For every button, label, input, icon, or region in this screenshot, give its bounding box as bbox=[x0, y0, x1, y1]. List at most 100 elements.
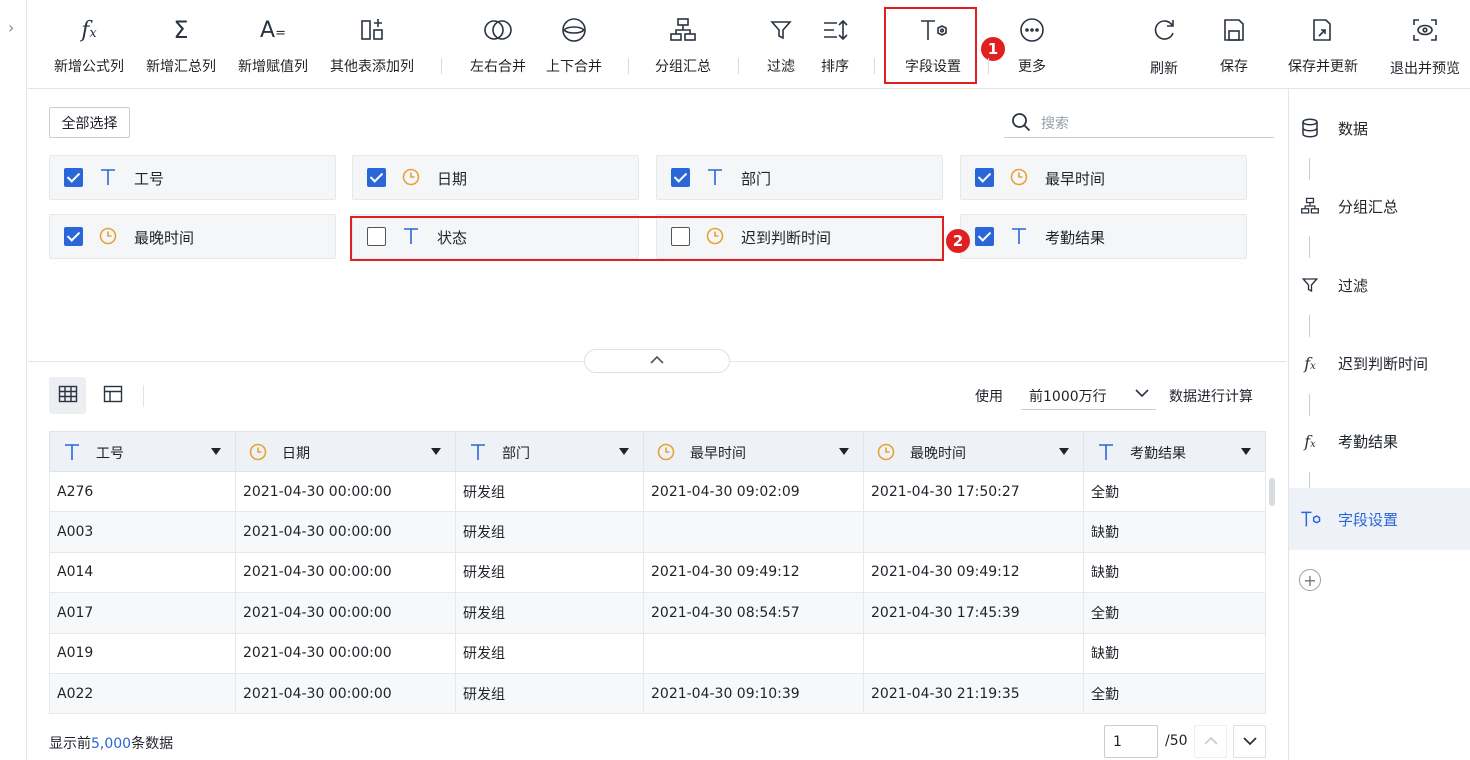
collapse-panel-button[interactable] bbox=[584, 349, 730, 373]
column-header[interactable]: 日期 bbox=[235, 431, 456, 472]
step-badge-2: 2 bbox=[946, 229, 970, 253]
chevron-up-icon bbox=[1203, 734, 1219, 750]
caret-down-icon[interactable] bbox=[431, 448, 441, 455]
add-formula-column-button[interactable]: fx 新增公式列 bbox=[48, 0, 130, 89]
step-filter[interactable]: 过滤 bbox=[1289, 254, 1470, 316]
column-header-label: 工号 bbox=[96, 446, 124, 462]
step-group-summary[interactable]: 分组汇总 bbox=[1289, 175, 1470, 237]
merge-vertical-button[interactable]: 上下合并 bbox=[538, 0, 610, 89]
table-row: A014 2021-04-30 00:00:00 研发组 2021-04-30 09:… bbox=[49, 551, 1266, 594]
add-column-from-other-table-button[interactable]: 其他表添加列 bbox=[322, 0, 422, 89]
step-attendance-result[interactable]: fx 考勤结果 bbox=[1289, 410, 1470, 472]
sort-button[interactable]: 排序 bbox=[812, 0, 858, 89]
step-data[interactable]: 数据 bbox=[1289, 97, 1470, 159]
table-cell: A019 bbox=[49, 632, 236, 674]
group-summary-label: 分组汇总 bbox=[655, 59, 711, 75]
row-limit-value: 前1000万行 bbox=[1029, 389, 1107, 405]
sigma-icon: Σ bbox=[173, 16, 189, 44]
grid-view-button[interactable] bbox=[49, 377, 86, 414]
field-card[interactable]: 最晚时间 bbox=[49, 214, 336, 259]
table-cell: 研发组 bbox=[455, 672, 644, 715]
field-settings-icon bbox=[1299, 508, 1321, 530]
table-scrollbar[interactable] bbox=[1269, 478, 1275, 506]
column-header-label: 考勤结果 bbox=[1130, 446, 1186, 462]
field-name: 日期 bbox=[437, 170, 468, 188]
step-field-settings[interactable]: 字段设置 bbox=[1289, 488, 1470, 550]
field-checkbox[interactable] bbox=[64, 227, 83, 246]
highlight-box-1 bbox=[884, 7, 977, 84]
field-checkbox[interactable] bbox=[975, 227, 994, 246]
refresh-button[interactable]: 刷新 bbox=[1140, 0, 1188, 89]
text-type-icon bbox=[705, 167, 725, 187]
field-card[interactable]: 日期 bbox=[352, 155, 639, 200]
field-checkbox[interactable] bbox=[975, 168, 994, 187]
caret-down-icon[interactable] bbox=[839, 448, 849, 455]
field-checkbox[interactable] bbox=[64, 168, 83, 187]
column-header[interactable]: 考勤结果 bbox=[1083, 431, 1266, 472]
save-button[interactable]: 保存 bbox=[1210, 0, 1258, 89]
column-header[interactable]: 部门 bbox=[455, 431, 644, 472]
table-cell: A017 bbox=[49, 592, 236, 634]
select-all-button[interactable]: 全部选择 bbox=[49, 107, 130, 138]
table-row: A003 2021-04-30 00:00:00 研发组 缺勤 bbox=[49, 511, 1266, 553]
table-cell: 全勤 bbox=[1083, 470, 1266, 513]
add-step-button[interactable]: + bbox=[1299, 569, 1321, 591]
assign-icon: A= bbox=[260, 17, 286, 43]
column-header[interactable]: 最晚时间 bbox=[863, 431, 1084, 472]
table-row: A017 2021-04-30 00:00:00 研发组 2021-04-30 08:… bbox=[49, 592, 1266, 634]
caret-down-icon[interactable] bbox=[1241, 448, 1251, 455]
field-search-input[interactable]: 搜索 bbox=[1004, 106, 1274, 138]
formula-icon: fx bbox=[81, 17, 97, 43]
group-summary-button[interactable]: 分组汇总 bbox=[646, 0, 720, 89]
column-header-label: 最早时间 bbox=[690, 446, 746, 462]
field-card[interactable]: 工号 bbox=[49, 155, 336, 200]
prev-page-button[interactable] bbox=[1194, 725, 1227, 758]
exit-and-preview-button[interactable]: 退出并预览 bbox=[1382, 0, 1468, 89]
table-cell: 2021-04-30 00:00:00 bbox=[235, 592, 456, 634]
text-type-icon bbox=[62, 442, 82, 466]
save-update-icon bbox=[1307, 16, 1339, 44]
field-card[interactable]: 考勤结果 bbox=[960, 214, 1247, 259]
table-cell: 研发组 bbox=[455, 511, 644, 553]
column-header[interactable]: 最早时间 bbox=[643, 431, 864, 472]
chevron-right-icon[interactable]: › bbox=[8, 18, 14, 37]
field-card[interactable]: 部门 bbox=[656, 155, 943, 200]
exit-preview-icon bbox=[1409, 16, 1441, 44]
page-number-input[interactable]: 1 bbox=[1104, 725, 1158, 758]
add-column-icon bbox=[356, 16, 388, 44]
caret-down-icon[interactable] bbox=[211, 448, 221, 455]
step-late-check-time[interactable]: fx 迟到判断时间 bbox=[1289, 332, 1470, 394]
filter-button[interactable]: 过滤 bbox=[758, 0, 804, 89]
table-cell: 全勤 bbox=[1083, 592, 1266, 634]
next-page-button[interactable] bbox=[1233, 725, 1266, 758]
field-checkbox[interactable] bbox=[367, 168, 386, 187]
column-header[interactable]: 工号 bbox=[49, 431, 236, 472]
field-checkbox[interactable] bbox=[671, 168, 690, 187]
add-summary-column-button[interactable]: Σ 新增汇总列 bbox=[138, 0, 224, 89]
more-button[interactable]: 更多 bbox=[1010, 0, 1054, 89]
caret-down-icon[interactable] bbox=[1059, 448, 1069, 455]
caret-down-icon[interactable] bbox=[619, 448, 629, 455]
table-cell: 缺勤 bbox=[1083, 551, 1266, 594]
page-number-value: 1 bbox=[1113, 734, 1122, 750]
add-assign-column-button[interactable]: A= 新增赋值列 bbox=[230, 0, 316, 89]
merge-horizontal-button[interactable]: 左右合并 bbox=[462, 0, 534, 89]
merge-horizontal-icon bbox=[482, 16, 514, 44]
field-card[interactable]: 最早时间 bbox=[960, 155, 1247, 200]
toolbar-separator bbox=[988, 58, 989, 74]
row-limit-select[interactable]: 前1000万行 bbox=[1021, 380, 1156, 410]
add-column-from-other-table-label: 其他表添加列 bbox=[330, 59, 414, 75]
table-cell: A014 bbox=[49, 551, 236, 594]
table-cell: 全勤 bbox=[1083, 672, 1266, 715]
field-name: 工号 bbox=[134, 170, 165, 188]
highlight-box-2 bbox=[350, 216, 944, 261]
search-icon bbox=[1011, 112, 1031, 136]
save-and-update-button[interactable]: 保存并更新 bbox=[1278, 0, 1368, 89]
step-filter-label: 过滤 bbox=[1338, 277, 1369, 295]
more-label: 更多 bbox=[1018, 59, 1046, 75]
row-count-info: 显示前5,000条数据 bbox=[49, 733, 173, 753]
table-cell: A003 bbox=[49, 511, 236, 553]
left-collapse-strip[interactable]: › bbox=[0, 0, 27, 760]
layout-view-button[interactable] bbox=[94, 377, 131, 414]
refresh-icon bbox=[1148, 16, 1180, 44]
